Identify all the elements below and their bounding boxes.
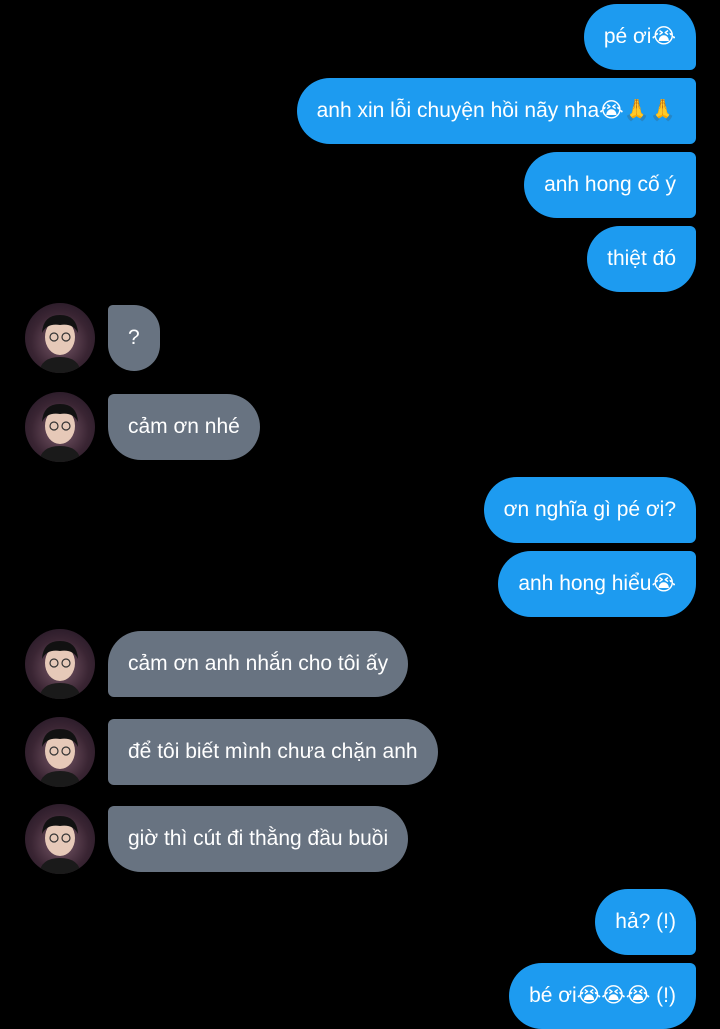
sent-message-bubble[interactable]: anh hong hiểu😭	[498, 551, 696, 617]
contact-avatar[interactable]	[25, 392, 95, 462]
received-message-bubble[interactable]: giờ thì cút đi thằng đầu buồi	[108, 806, 409, 872]
user-avatar-icon	[39, 729, 81, 787]
received-message-bubble[interactable]: để tôi biết mình chưa chặn anh	[108, 719, 438, 785]
sent-message-bubble[interactable]: anh xin lỗi chuyện hồi nãy nha😭🙏🙏	[296, 78, 696, 144]
sent-message-bubble[interactable]: bé ơi😭😭😭 (!)	[509, 963, 696, 1029]
user-avatar-icon	[39, 404, 81, 462]
sent-message-bubble[interactable]: pé ơi😭	[583, 4, 696, 70]
sent-message-bubble[interactable]: thiệt đó	[587, 226, 696, 292]
user-avatar-icon	[39, 641, 81, 699]
user-avatar-icon	[39, 816, 81, 874]
sent-message-bubble[interactable]: anh hong cố ý	[524, 152, 696, 218]
received-message-bubble[interactable]: cảm ơn nhé	[108, 394, 260, 460]
sent-message-bubble[interactable]: ơn nghĩa gì pé ơi?	[483, 477, 696, 543]
contact-avatar[interactable]	[25, 629, 95, 699]
sent-message-bubble[interactable]: hả? (!)	[595, 889, 696, 955]
contact-avatar[interactable]	[25, 303, 95, 373]
chat-thread: pé ơi😭 anh xin lỗi chuyện hồi nãy nha😭🙏🙏…	[0, 0, 720, 1029]
contact-avatar[interactable]	[25, 804, 95, 874]
received-message-bubble[interactable]: cảm ơn anh nhắn cho tôi ấy	[108, 631, 409, 697]
received-message-bubble[interactable]: ?	[108, 305, 160, 371]
user-avatar-icon	[39, 315, 81, 373]
contact-avatar[interactable]	[25, 717, 95, 787]
